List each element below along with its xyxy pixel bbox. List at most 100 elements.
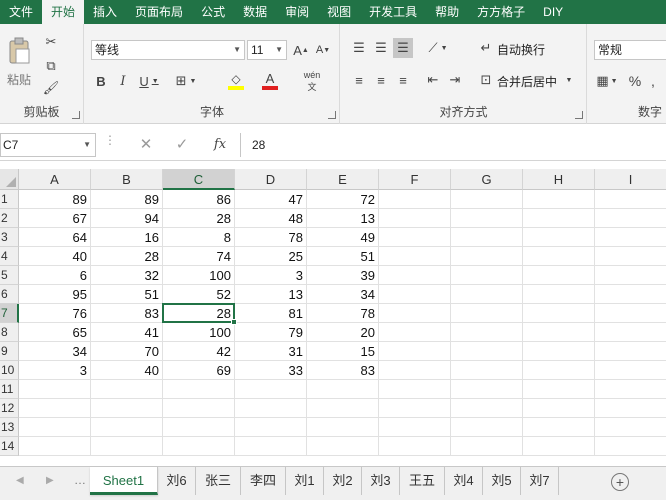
formula-bar-handle-icon[interactable]: ⋮ xyxy=(104,134,116,146)
row-header[interactable]: 3 xyxy=(0,228,19,247)
column-header[interactable]: G xyxy=(451,169,523,190)
wrap-text-icon[interactable]: ↵ xyxy=(477,38,495,58)
sheet-tab[interactable]: 刘5 xyxy=(483,467,521,495)
cell[interactable] xyxy=(235,418,307,437)
column-header[interactable]: B xyxy=(91,169,163,190)
cell[interactable] xyxy=(523,266,595,285)
cell[interactable] xyxy=(451,380,523,399)
sheet-tab[interactable]: 王五 xyxy=(400,467,445,495)
cell[interactable]: 3 xyxy=(19,361,91,380)
cell[interactable]: 13 xyxy=(235,285,307,304)
cell[interactable] xyxy=(595,418,666,437)
row-header[interactable]: 14 xyxy=(0,437,19,456)
cell[interactable] xyxy=(19,437,91,456)
cell[interactable] xyxy=(379,437,451,456)
clipboard-launcher-icon[interactable] xyxy=(72,111,80,119)
alignment-launcher-icon[interactable] xyxy=(575,111,583,119)
cell[interactable] xyxy=(523,361,595,380)
cell[interactable]: 31 xyxy=(235,342,307,361)
border-icon[interactable]: ⊞ ▼ xyxy=(171,70,201,92)
row-header[interactable]: 13 xyxy=(0,418,19,437)
cell[interactable] xyxy=(523,190,595,209)
select-all-button[interactable] xyxy=(0,169,19,190)
cell[interactable] xyxy=(379,190,451,209)
cell[interactable] xyxy=(523,380,595,399)
cell[interactable] xyxy=(379,228,451,247)
row-header[interactable]: 10 xyxy=(0,361,19,380)
sheet-tab[interactable]: 李四 xyxy=(241,467,286,495)
orientation-icon[interactable]: ⟋ ▼ xyxy=(423,38,453,58)
cell[interactable] xyxy=(523,304,595,323)
cell[interactable] xyxy=(595,437,666,456)
column-header[interactable]: C xyxy=(163,169,235,190)
cell[interactable] xyxy=(379,399,451,418)
align-center-icon[interactable]: ≡ xyxy=(371,70,391,90)
cell[interactable] xyxy=(163,399,235,418)
sheet-tab[interactable]: 刘6 xyxy=(158,467,196,495)
add-sheet-button[interactable]: + xyxy=(611,473,629,491)
scroll-left-icon[interactable]: ◀ xyxy=(16,475,24,486)
cell[interactable]: 79 xyxy=(235,323,307,342)
cell[interactable] xyxy=(451,266,523,285)
cell[interactable] xyxy=(451,285,523,304)
sheet-tab[interactable]: 刘4 xyxy=(445,467,483,495)
cell[interactable] xyxy=(19,380,91,399)
align-right-icon[interactable]: ≡ xyxy=(393,70,413,90)
decrease-font-icon[interactable]: A ▼ xyxy=(313,40,333,60)
cell[interactable] xyxy=(19,418,91,437)
cell[interactable] xyxy=(523,437,595,456)
cell[interactable]: 89 xyxy=(91,190,163,209)
cell[interactable] xyxy=(595,247,666,266)
cancel-icon[interactable]: ✕ xyxy=(132,133,160,157)
cell[interactable]: 81 xyxy=(235,304,307,323)
cell[interactable]: 41 xyxy=(91,323,163,342)
currency-icon[interactable]: ▦ ▼ xyxy=(594,70,620,92)
cell[interactable]: 89 xyxy=(19,190,91,209)
insert-function-icon[interactable]: fx xyxy=(206,133,234,157)
cell[interactable]: 48 xyxy=(235,209,307,228)
cell[interactable] xyxy=(379,304,451,323)
align-left-icon[interactable]: ≡ xyxy=(349,70,369,90)
cell[interactable] xyxy=(595,285,666,304)
cell[interactable] xyxy=(235,380,307,399)
scroll-right-icon[interactable]: ▶ xyxy=(46,475,54,486)
row-header[interactable]: 9 xyxy=(0,342,19,361)
cell[interactable] xyxy=(523,399,595,418)
cell[interactable]: 100 xyxy=(163,266,235,285)
cell[interactable] xyxy=(595,304,666,323)
cell[interactable]: 25 xyxy=(235,247,307,266)
cell[interactable] xyxy=(523,209,595,228)
cell[interactable] xyxy=(379,209,451,228)
font-size-select[interactable]: 11 ▼ xyxy=(247,40,287,60)
cell[interactable]: 13 xyxy=(307,209,379,228)
cell[interactable]: 72 xyxy=(307,190,379,209)
cell[interactable]: 3 xyxy=(235,266,307,285)
cell[interactable] xyxy=(235,399,307,418)
column-header[interactable]: I xyxy=(595,169,666,190)
cell[interactable] xyxy=(523,418,595,437)
row-header[interactable]: 7 xyxy=(0,304,19,323)
cell[interactable] xyxy=(91,418,163,437)
cell[interactable] xyxy=(379,266,451,285)
underline-button[interactable]: U ▼ xyxy=(135,70,163,92)
cell[interactable] xyxy=(307,418,379,437)
paste-button[interactable]: 粘贴 xyxy=(4,32,34,92)
formula-input[interactable]: 28 xyxy=(240,133,666,157)
bold-button[interactable]: B xyxy=(91,70,111,92)
ribbon-tab[interactable]: 开始 xyxy=(42,0,85,24)
row-header[interactable]: 6 xyxy=(0,285,19,304)
cell[interactable]: 28 xyxy=(163,209,235,228)
cell[interactable] xyxy=(379,380,451,399)
row-header[interactable]: 11 xyxy=(0,380,19,399)
ribbon-tab[interactable]: DIY xyxy=(534,0,572,24)
font-color-icon[interactable]: A xyxy=(255,70,285,92)
cell[interactable]: 20 xyxy=(307,323,379,342)
cell[interactable] xyxy=(451,361,523,380)
ribbon-tab[interactable]: 帮助 xyxy=(426,0,468,24)
cell[interactable] xyxy=(451,399,523,418)
ribbon-tab[interactable]: 文件 xyxy=(0,0,42,24)
cell[interactable] xyxy=(523,342,595,361)
cell[interactable]: 42 xyxy=(163,342,235,361)
sheet-tab[interactable]: 刘7 xyxy=(521,467,559,495)
cell[interactable] xyxy=(19,399,91,418)
